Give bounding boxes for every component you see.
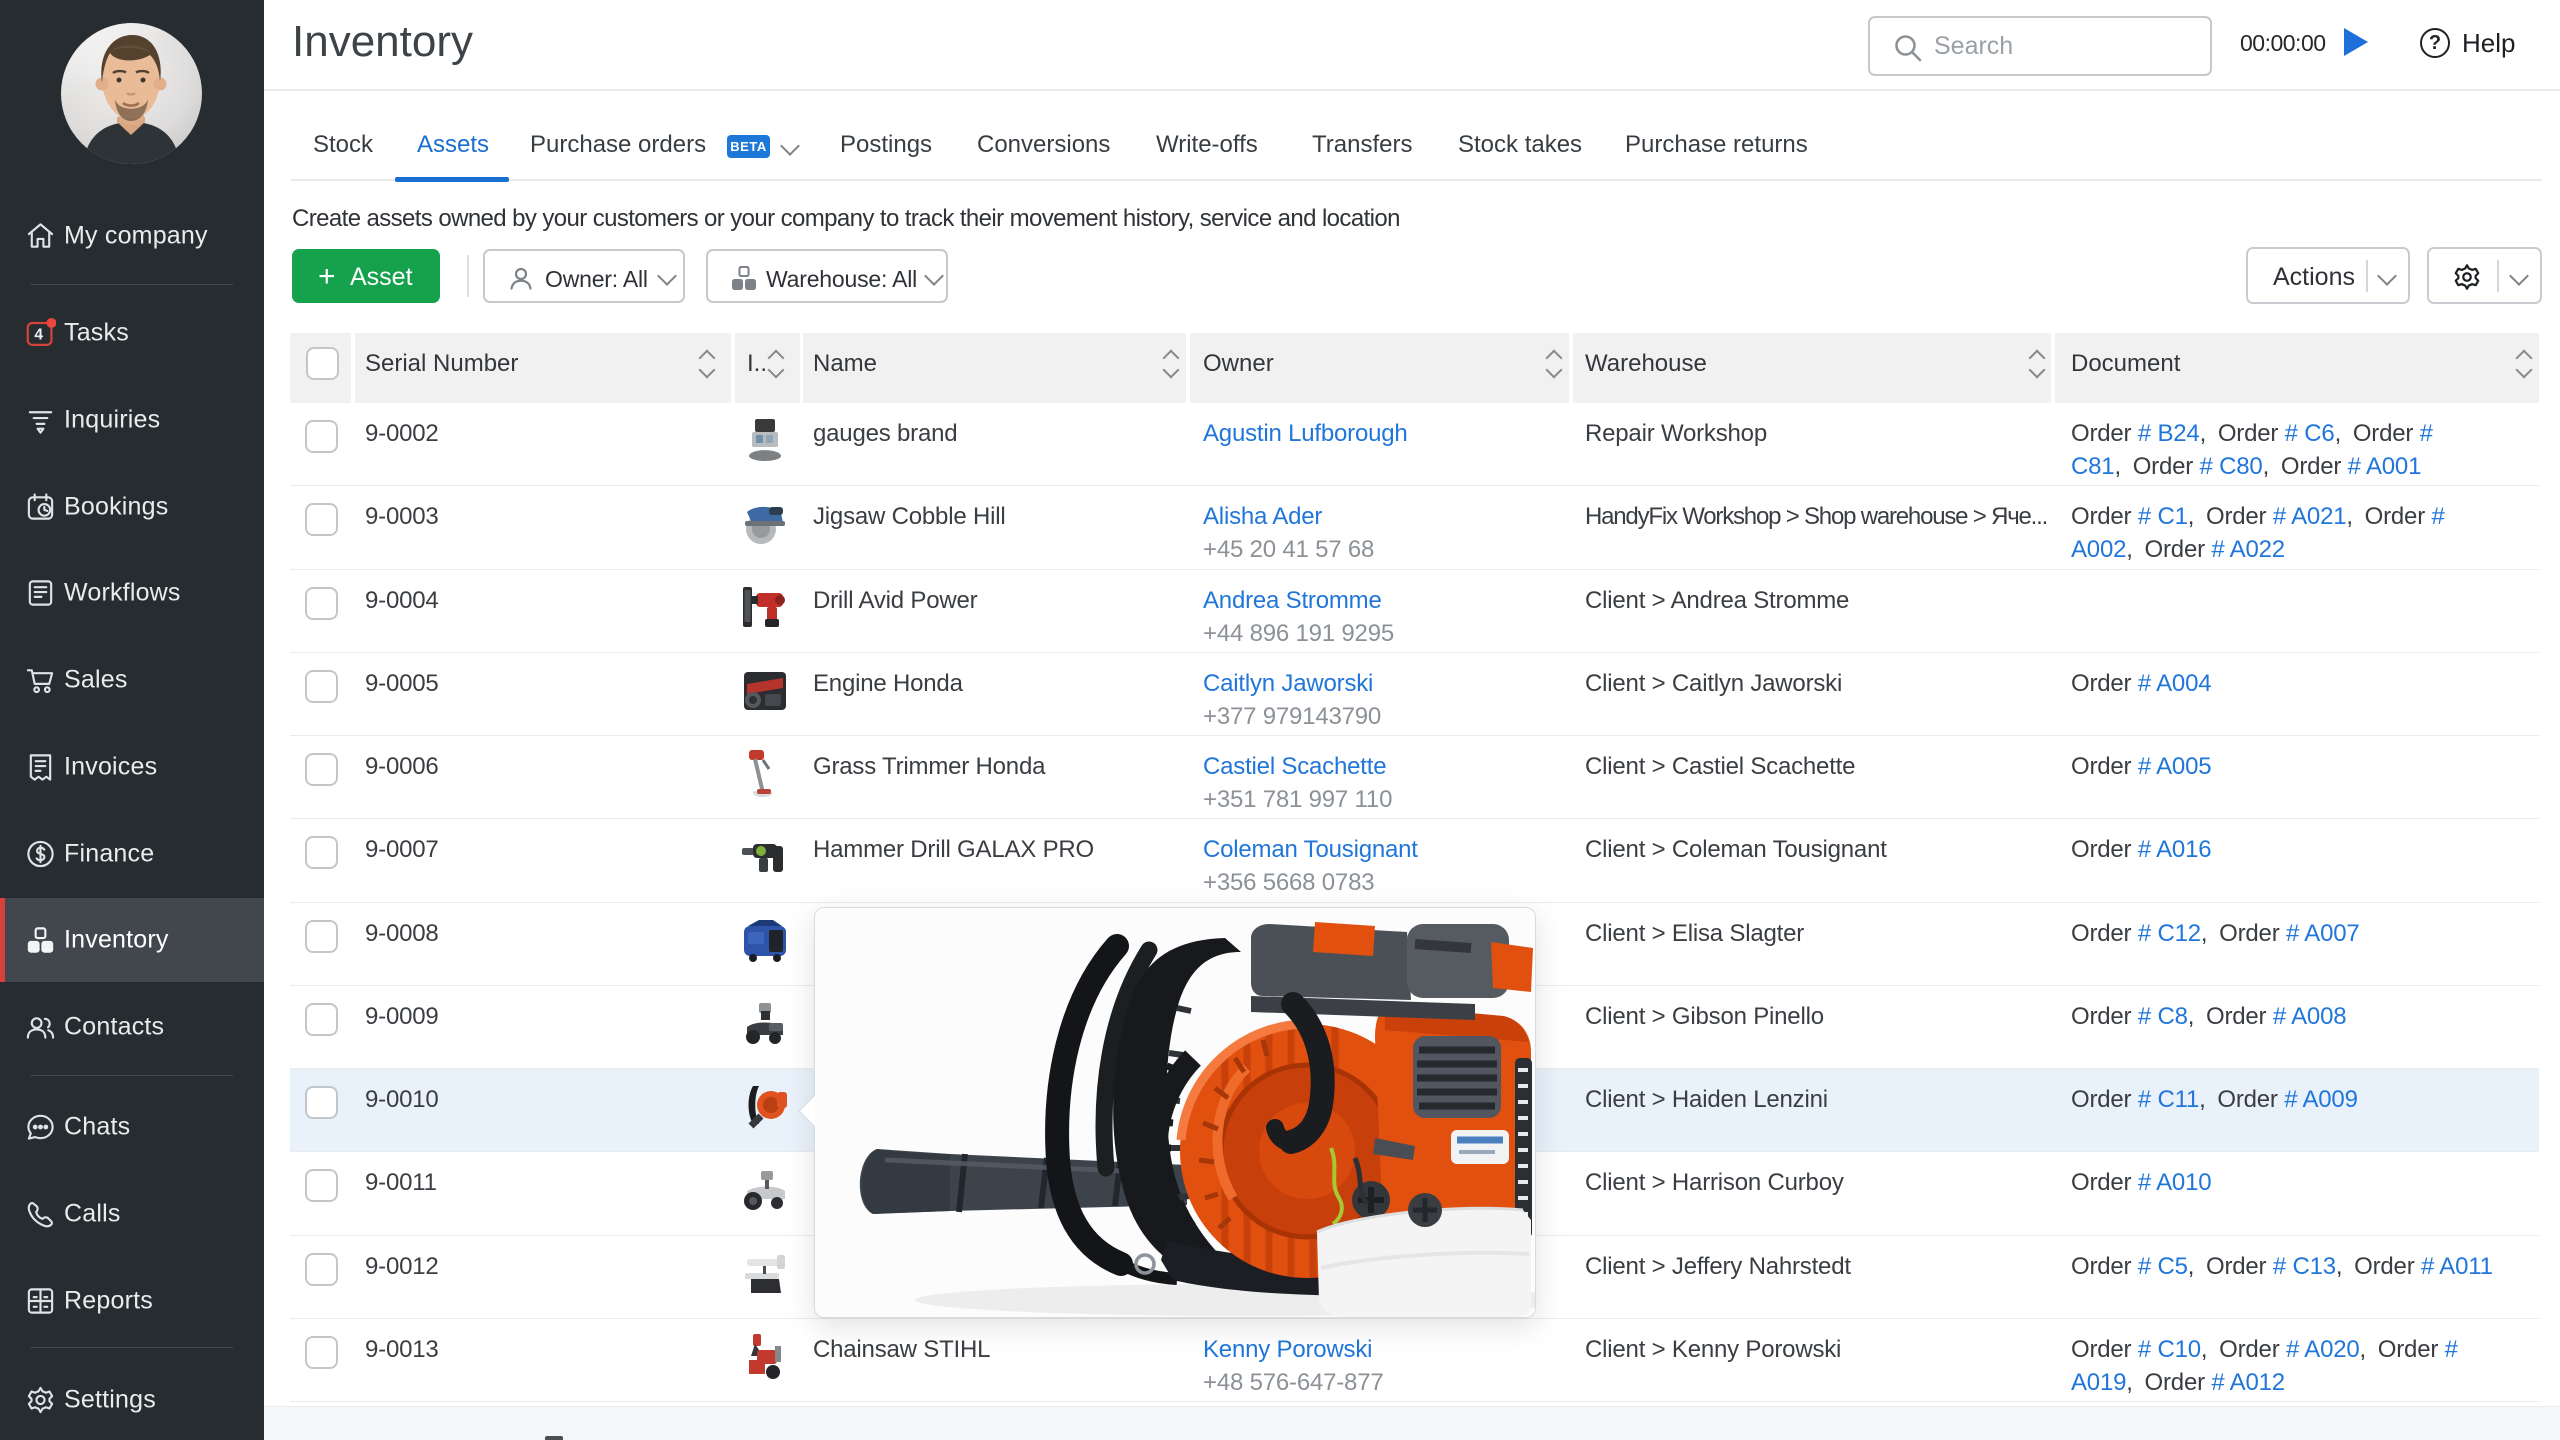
svg-text:4: 4 xyxy=(34,326,43,343)
